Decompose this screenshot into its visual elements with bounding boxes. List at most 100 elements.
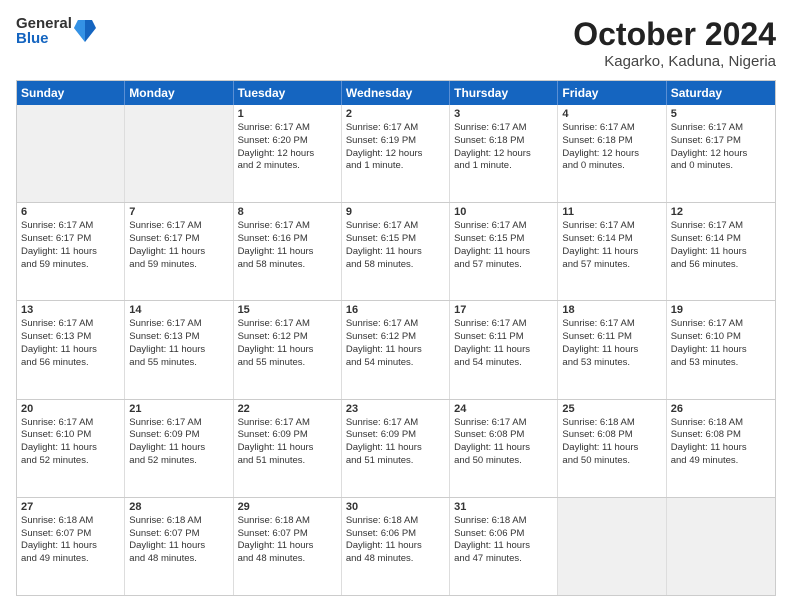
calendar-cell: 20 Sunrise: 6:17 AMSunset: 6:10 PMDayligh…	[17, 400, 125, 497]
cell-info: Sunrise: 6:17 AMSunset: 6:11 PMDaylight:…	[454, 318, 553, 369]
day-number: 22	[238, 403, 337, 415]
calendar-cell: 6 Sunrise: 6:17 AMSunset: 6:17 PMDaylight…	[17, 203, 125, 300]
calendar-cell: 19 Sunrise: 6:17 AMSunset: 6:10 PMDayligh…	[667, 301, 775, 398]
calendar-cell: 7 Sunrise: 6:17 AMSunset: 6:17 PMDaylight…	[125, 203, 233, 300]
day-number: 28	[129, 501, 228, 513]
day-number: 4	[562, 108, 661, 120]
calendar-cell: 18Sunrise: 6:17 AMSunset: 6:11 PMDayligh…	[558, 301, 666, 398]
weekday-header: Tuesday	[234, 81, 342, 105]
day-number: 23	[346, 403, 445, 415]
day-number: 16	[346, 304, 445, 316]
cell-info: Sunrise: 6:17 AMSunset: 6:12 PMDaylight:…	[238, 318, 337, 369]
calendar-cell: 16 Sunrise: 6:17 AMSunset: 6:12 PMDayligh…	[342, 301, 450, 398]
calendar-row: 20 Sunrise: 6:17 AMSunset: 6:10 PMDayligh…	[17, 400, 775, 498]
cell-info: Sunrise: 6:17 AMSunset: 6:17 PMDaylight:…	[671, 122, 771, 173]
weekday-header: Thursday	[450, 81, 558, 105]
calendar-cell: 1 Sunrise: 6:17 AMSunset: 6:20 PMDaylight…	[234, 105, 342, 202]
calendar-cell: 29Sunrise: 6:18 AMSunset: 6:07 PMDayligh…	[234, 498, 342, 595]
calendar-cell	[125, 105, 233, 202]
cell-info: Sunrise: 6:17 AMSunset: 6:10 PMDaylight:…	[21, 417, 120, 468]
cell-info: Sunrise: 6:18 AMSunset: 6:06 PMDaylight:…	[346, 515, 445, 566]
cell-info: Sunrise: 6:17 AMSunset: 6:12 PMDaylight:…	[346, 318, 445, 369]
day-number: 7	[129, 206, 228, 218]
calendar-cell: 21 Sunrise: 6:17 AMSunset: 6:09 PMDayligh…	[125, 400, 233, 497]
cell-info: Sunrise: 6:17 AMSunset: 6:14 PMDaylight:…	[562, 220, 661, 271]
day-number: 2	[346, 108, 445, 120]
cell-info: Sunrise: 6:17 AMSunset: 6:18 PMDaylight:…	[562, 122, 661, 173]
calendar-cell: 5 Sunrise: 6:17 AMSunset: 6:17 PMDaylight…	[667, 105, 775, 202]
calendar-cell: 15 Sunrise: 6:17 AMSunset: 6:12 PMDayligh…	[234, 301, 342, 398]
day-number: 9	[346, 206, 445, 218]
cell-info: Sunrise: 6:17 AMSunset: 6:15 PMDaylight:…	[454, 220, 553, 271]
day-number: 11	[562, 206, 661, 218]
calendar-cell: 4 Sunrise: 6:17 AMSunset: 6:18 PMDaylight…	[558, 105, 666, 202]
weekday-header: Wednesday	[342, 81, 450, 105]
cell-info: Sunrise: 6:17 AMSunset: 6:14 PMDaylight:…	[671, 220, 771, 271]
day-number: 5	[671, 108, 771, 120]
day-number: 27	[21, 501, 120, 513]
cell-info: Sunrise: 6:17 AMSunset: 6:10 PMDaylight:…	[671, 318, 771, 369]
page-header: General Blue October 2024 Kagarko, Kadun…	[16, 16, 776, 70]
cell-info: Sunrise: 6:18 AMSunset: 6:07 PMDaylight:…	[129, 515, 228, 566]
cell-info: Sunrise: 6:17 AMSunset: 6:16 PMDaylight:…	[238, 220, 337, 271]
calendar-cell: 30 Sunrise: 6:18 AMSunset: 6:06 PMDayligh…	[342, 498, 450, 595]
logo-blue: Blue	[16, 31, 72, 46]
day-number: 19	[671, 304, 771, 316]
calendar-cell: 8 Sunrise: 6:17 AMSunset: 6:16 PMDaylight…	[234, 203, 342, 300]
day-number: 31	[454, 501, 553, 513]
calendar-cell: 17Sunrise: 6:17 AMSunset: 6:11 PMDayligh…	[450, 301, 558, 398]
day-number: 20	[21, 403, 120, 415]
cell-info: Sunrise: 6:17 AMSunset: 6:20 PMDaylight:…	[238, 122, 337, 173]
calendar-cell	[667, 498, 775, 595]
calendar-cell: 14 Sunrise: 6:17 AMSunset: 6:13 PMDayligh…	[125, 301, 233, 398]
cell-info: Sunrise: 6:17 AMSunset: 6:17 PMDaylight:…	[21, 220, 120, 271]
calendar-cell: 2 Sunrise: 6:17 AMSunset: 6:19 PMDaylight…	[342, 105, 450, 202]
cell-info: Sunrise: 6:17 AMSunset: 6:09 PMDaylight:…	[129, 417, 228, 468]
day-number: 12	[671, 206, 771, 218]
cell-info: Sunrise: 6:17 AMSunset: 6:13 PMDaylight:…	[129, 318, 228, 369]
cell-info: Sunrise: 6:17 AMSunset: 6:18 PMDaylight:…	[454, 122, 553, 173]
calendar-cell: 10Sunrise: 6:17 AMSunset: 6:15 PMDayligh…	[450, 203, 558, 300]
calendar-cell: 24 Sunrise: 6:17 AMSunset: 6:08 PMDayligh…	[450, 400, 558, 497]
calendar-cell: 25 Sunrise: 6:18 AMSunset: 6:08 PMDayligh…	[558, 400, 666, 497]
cell-info: Sunrise: 6:18 AMSunset: 6:08 PMDaylight:…	[562, 417, 661, 468]
calendar-cell: 12 Sunrise: 6:17 AMSunset: 6:14 PMDayligh…	[667, 203, 775, 300]
cell-info: Sunrise: 6:17 AMSunset: 6:19 PMDaylight:…	[346, 122, 445, 173]
calendar-cell: 26Sunrise: 6:18 AMSunset: 6:08 PMDayligh…	[667, 400, 775, 497]
day-number: 14	[129, 304, 228, 316]
calendar-cell: 31 Sunrise: 6:18 AMSunset: 6:06 PMDayligh…	[450, 498, 558, 595]
calendar-cell	[558, 498, 666, 595]
calendar-cell: 13Sunrise: 6:17 AMSunset: 6:13 PMDayligh…	[17, 301, 125, 398]
day-number: 13	[21, 304, 120, 316]
day-number: 29	[238, 501, 337, 513]
day-number: 21	[129, 403, 228, 415]
day-number: 25	[562, 403, 661, 415]
calendar-cell: 3 Sunrise: 6:17 AMSunset: 6:18 PMDaylight…	[450, 105, 558, 202]
day-number: 30	[346, 501, 445, 513]
subtitle: Kagarko, Kaduna, Nigeria	[573, 53, 776, 70]
day-number: 15	[238, 304, 337, 316]
day-number: 6	[21, 206, 120, 218]
main-title: October 2024	[573, 16, 776, 53]
calendar: SundayMondayTuesdayWednesdayThursdayFrid…	[16, 80, 776, 596]
calendar-cell	[17, 105, 125, 202]
logo-general: General	[16, 16, 72, 31]
calendar-cell: 22Sunrise: 6:17 AMSunset: 6:09 PMDayligh…	[234, 400, 342, 497]
cell-info: Sunrise: 6:17 AMSunset: 6:17 PMDaylight:…	[129, 220, 228, 271]
cell-info: Sunrise: 6:17 AMSunset: 6:08 PMDaylight:…	[454, 417, 553, 468]
calendar-cell: 27Sunrise: 6:18 AMSunset: 6:07 PMDayligh…	[17, 498, 125, 595]
calendar-cell: 23 Sunrise: 6:17 AMSunset: 6:09 PMDayligh…	[342, 400, 450, 497]
title-block: October 2024 Kagarko, Kaduna, Nigeria	[573, 16, 776, 70]
page-container: General Blue October 2024 Kagarko, Kadun…	[0, 0, 792, 612]
cell-info: Sunrise: 6:17 AMSunset: 6:09 PMDaylight:…	[346, 417, 445, 468]
weekday-header: Sunday	[17, 81, 125, 105]
day-number: 1	[238, 108, 337, 120]
calendar-cell: 11 Sunrise: 6:17 AMSunset: 6:14 PMDayligh…	[558, 203, 666, 300]
cell-info: Sunrise: 6:18 AMSunset: 6:06 PMDaylight:…	[454, 515, 553, 566]
day-number: 18	[562, 304, 661, 316]
day-number: 3	[454, 108, 553, 120]
calendar-row: 13 Sunrise: 6:17 AMSunset: 6:13 PMDayligh…	[17, 301, 775, 399]
day-number: 24	[454, 403, 553, 415]
calendar-cell: 28 Sunrise: 6:18 AMSunset: 6:07 PMDayligh…	[125, 498, 233, 595]
day-number: 8	[238, 206, 337, 218]
